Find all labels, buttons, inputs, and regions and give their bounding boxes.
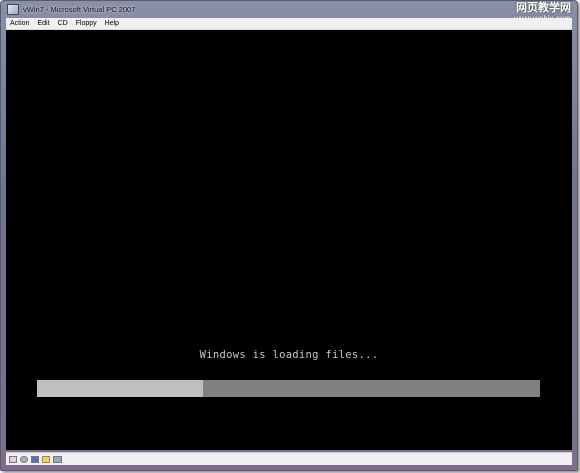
menu-action[interactable]: Action <box>6 20 33 27</box>
virtual-pc-icon <box>7 4 19 15</box>
hard-disk-icon[interactable] <box>9 455 17 463</box>
menu-floppy[interactable]: Floppy <box>72 20 101 27</box>
vpc-window: vWin7 - Microsoft Virtual PC 2007 网页教学网 … <box>0 0 578 471</box>
menu-edit[interactable]: Edit <box>33 20 53 27</box>
loading-message: Windows is loading files... <box>199 349 379 361</box>
status-bar <box>6 452 572 465</box>
menu-cd[interactable]: CD <box>54 20 72 27</box>
network-icon[interactable] <box>53 455 62 463</box>
menu-bar: Action Edit CD Floppy Help <box>6 18 572 30</box>
vm-screen[interactable]: Windows is loading files... <box>6 30 572 450</box>
shared-folder-icon[interactable] <box>42 455 50 463</box>
loading-progress-fill <box>37 380 203 397</box>
floppy-drive-icon[interactable] <box>31 455 39 463</box>
title-bar[interactable]: vWin7 - Microsoft Virtual PC 2007 网页教学网 … <box>1 1 577 23</box>
menu-help[interactable]: Help <box>101 20 123 27</box>
watermark-text-top: 网页教学网 <box>516 2 571 14</box>
window-title: vWin7 - Microsoft Virtual PC 2007 <box>23 5 136 14</box>
loading-progress-bar <box>37 380 540 397</box>
cd-drive-icon[interactable] <box>20 455 28 463</box>
